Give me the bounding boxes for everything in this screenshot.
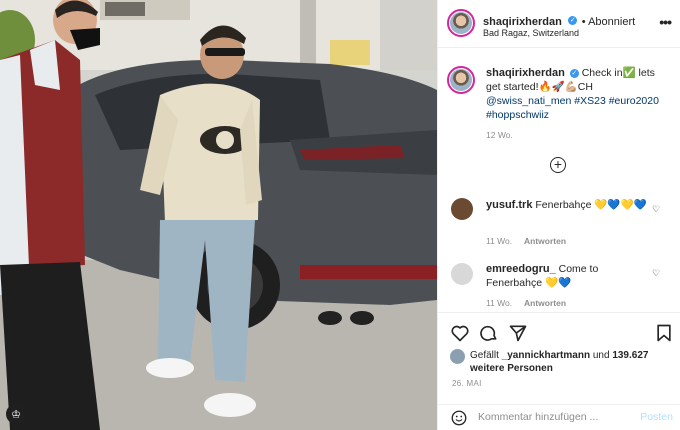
instagram-post-view: ♔ shaqirixherdan ✓ • Abonniert Bad Ragaz…: [0, 0, 680, 430]
commenter-avatar[interactable]: [451, 263, 473, 285]
post-date[interactable]: 26. MAI: [452, 379, 482, 388]
post-header: shaqirixherdan ✓ • Abonniert Bad Ragaz, …: [438, 0, 680, 48]
likes-summary: Gefällt _yannickhartmann und 139.627 wei…: [470, 349, 670, 375]
verified-badge-icon: ✓: [568, 16, 578, 26]
comment-item: yusuf.trk Fenerbahçe 💛💙💛💙: [486, 198, 656, 212]
more-options-icon[interactable]: •••: [659, 14, 672, 30]
comment-time: 11 Wo.: [486, 298, 513, 308]
comment-icon[interactable]: [479, 323, 499, 343]
comment-username[interactable]: emreedogru_: [486, 263, 556, 275]
comment-like-icon[interactable]: ♡: [652, 268, 660, 279]
comment-like-icon[interactable]: ♡: [652, 204, 660, 215]
load-more-comments-icon[interactable]: +: [550, 157, 566, 173]
heart-icon[interactable]: [450, 323, 470, 343]
commenter-avatar[interactable]: [451, 198, 473, 220]
comment-reply-button[interactable]: Antworten: [524, 236, 566, 246]
comment-text: Fenerbahçe 💛💙💛💙: [535, 199, 647, 211]
comment-item: emreedogru_ Come to Fenerbahçe 💛💙: [486, 262, 656, 290]
comment-input[interactable]: [478, 407, 628, 427]
author-avatar[interactable]: [447, 9, 475, 37]
post-actions: Gefällt _yannickhartmann und 139.627 wei…: [438, 312, 680, 404]
share-icon[interactable]: [508, 323, 528, 343]
verified-badge-icon: ✓: [569, 68, 579, 78]
comment-time: 11 Wo.: [486, 236, 513, 246]
liker-username[interactable]: _yannickhartmann: [502, 350, 590, 361]
post-photo[interactable]: ♔: [0, 0, 437, 430]
post-caption: shaqirixherdan ✓ Check in✅ lets get star…: [486, 66, 671, 122]
tiktok-logo-icon: ♔: [6, 404, 26, 424]
photo-illustration: [0, 0, 437, 430]
comment-reply-button[interactable]: Antworten: [524, 298, 566, 308]
liker-avatar[interactable]: [450, 349, 465, 364]
post-location[interactable]: Bad Ragaz, Switzerland: [483, 28, 579, 38]
emoji-icon[interactable]: [450, 409, 468, 427]
bookmark-icon[interactable]: [654, 323, 674, 343]
caption-author-avatar[interactable]: [447, 66, 475, 94]
caption-time: 12 Wo.: [486, 130, 513, 140]
caption-tags[interactable]: @swiss_nati_men #XS23 #euro2020 #hoppsch…: [486, 95, 659, 121]
likes-prefix: Gefällt: [470, 350, 502, 361]
comment-username[interactable]: yusuf.trk: [486, 199, 532, 211]
post-side-panel: shaqirixherdan ✓ • Abonniert Bad Ragaz, …: [437, 0, 680, 430]
caption-username[interactable]: shaqirixherdan: [486, 67, 565, 79]
likes-middle: und: [590, 350, 613, 361]
author-username[interactable]: shaqirixherdan: [483, 16, 562, 28]
add-comment-bar: Posten: [438, 404, 680, 430]
follow-status-button[interactable]: Abonniert: [588, 16, 635, 28]
post-comment-button[interactable]: Posten: [640, 411, 673, 423]
